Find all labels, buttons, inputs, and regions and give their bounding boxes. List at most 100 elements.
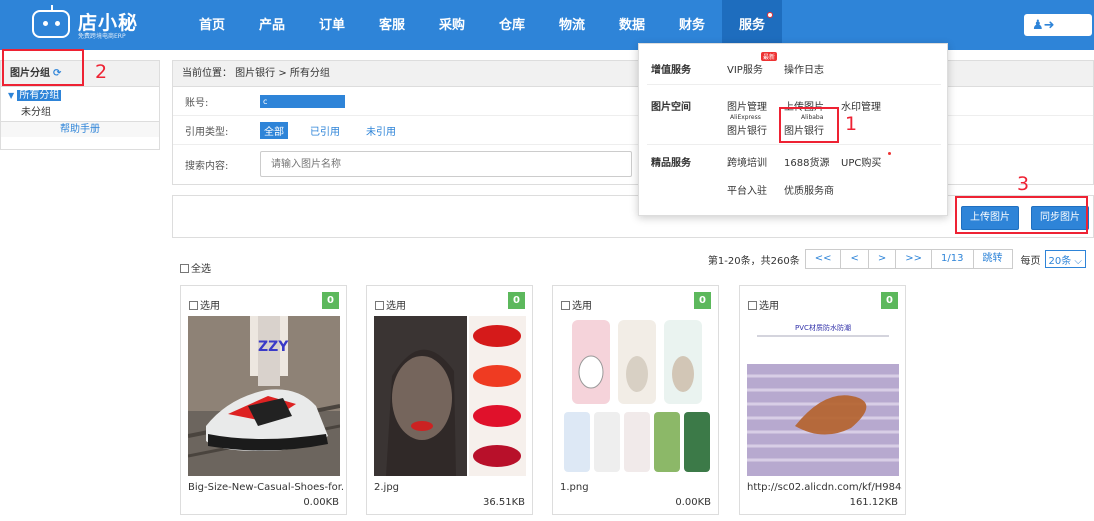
page-info: 第1-20条，共260条 (707, 255, 800, 267)
search-label: 搜索内容: (185, 160, 229, 172)
card-select[interactable]: 选用 (748, 297, 779, 312)
last-page-button[interactable]: >> (895, 249, 933, 269)
nav-purchase[interactable]: 采购 (422, 0, 482, 50)
file-size: 36.51KB (482, 497, 525, 508)
account-select[interactable]: c (260, 94, 345, 108)
image-card[interactable]: 选用 0 2.jpg 36.51KB (366, 285, 533, 515)
phone-case-image[interactable] (560, 316, 712, 476)
image-card[interactable]: 选用 0 1.png 0.00KB (552, 285, 719, 515)
first-page-button[interactable]: << (804, 249, 842, 269)
alibaba-image-bank-link[interactable]: 图片银行 (784, 122, 824, 137)
select-all[interactable]: 全选 (180, 260, 211, 275)
file-name: http://sc02.alicdn.com/kf/H984a... (747, 482, 902, 493)
brand-logo[interactable]: 店小秘 免费跨境电商ERP (32, 5, 142, 40)
file-name: 1.png (560, 482, 589, 493)
nav-home[interactable]: 首页 (182, 0, 242, 50)
select-label: 选用 (200, 301, 220, 312)
file-name: 2.jpg (374, 482, 400, 493)
aliexpress-label: AliExpress (730, 114, 761, 121)
user-icon: ♟➜ (1032, 18, 1055, 33)
select-label: 选用 (386, 301, 406, 312)
overlay-text: PVC材质防水防潮 (795, 323, 851, 332)
image-manage-link[interactable]: 图片管理 (727, 98, 767, 113)
nav-warehouse[interactable]: 仓库 (482, 0, 542, 50)
breadcrumb: 当前位置： 图片银行 > 所有分组 (173, 61, 1093, 87)
file-size: 0.00KB (303, 497, 339, 508)
ref-all[interactable]: 全部 (260, 121, 288, 139)
nav-logistics[interactable]: 物流 (542, 0, 602, 50)
divider (647, 84, 941, 85)
checkbox-icon (561, 301, 570, 310)
search-input[interactable] (260, 151, 632, 177)
ref-type-row: 引用类型: 全部 已引用 未引用 (173, 116, 1093, 145)
account-row: 账号: c (173, 87, 1093, 116)
operation-log-link[interactable]: 操作日志 (784, 61, 824, 76)
select-label: 选用 (572, 301, 592, 312)
hot-dot (888, 152, 891, 155)
image-card[interactable]: 选用 0 ZZY Big-Size-New-Casual-Shoes-for..… (180, 285, 347, 515)
1688-source-link[interactable]: 1688货源 (784, 154, 829, 169)
user-menu[interactable]: ♟➜ (1024, 14, 1092, 36)
ref-unused[interactable]: 未引用 (362, 122, 400, 139)
refresh-icon[interactable]: ⟳ (53, 68, 61, 79)
checkbox-icon (748, 301, 757, 310)
watermark-link[interactable]: 水印管理 (841, 98, 881, 113)
new-tag: 最新 (761, 52, 778, 61)
usage-count-badge: 0 (508, 292, 525, 309)
ref-used[interactable]: 已引用 (306, 122, 344, 139)
nav-products[interactable]: 产品 (242, 0, 302, 50)
file-name: Big-Size-New-Casual-Shoes-for... (188, 482, 343, 493)
quality-provider-link[interactable]: 优质服务商 (784, 182, 834, 197)
card-select[interactable]: 选用 (561, 297, 592, 312)
per-page-label: 每页 (1020, 255, 1041, 267)
search-row: 搜索内容: (173, 145, 1093, 183)
vip-service-link[interactable]: VIP服务 (727, 61, 763, 76)
usage-count-badge: 0 (694, 292, 711, 309)
annotation-1: 1 (845, 113, 858, 135)
sidebar-header: 图片分组 ⟳ (1, 61, 159, 87)
account-label: 账号: (185, 97, 209, 109)
upload-image-link[interactable]: 上传图片 (784, 98, 824, 113)
select-label: 选用 (759, 301, 779, 312)
card-select[interactable]: 选用 (189, 297, 220, 312)
platform-entry-link[interactable]: 平台入驻 (727, 182, 767, 197)
group-ungrouped[interactable]: 未分组 (1, 104, 159, 121)
image-group-sidebar: 图片分组 ⟳ ▼ 所有分组 未分组 帮助手册 (0, 60, 160, 150)
lipstick-image[interactable] (374, 316, 526, 476)
sidebar-title: 图片分组 (10, 68, 50, 79)
sync-image-button[interactable]: 同步图片 (1031, 206, 1089, 230)
nav-services-label: 服务 (738, 18, 765, 33)
cross-border-training-link[interactable]: 跨境培训 (727, 154, 767, 169)
svg-text:ZZY: ZZY (258, 339, 289, 355)
filter-panel: 当前位置： 图片银行 > 所有分组 账号: c 引用类型: 全部 已引用 未引用… (172, 60, 1094, 185)
pvc-mat-image[interactable]: PVC材质防水防潮 (747, 316, 899, 476)
usage-count-badge: 0 (881, 292, 898, 309)
notification-dot (767, 12, 773, 18)
group-all[interactable]: ▼ 所有分组 (1, 87, 159, 104)
value-added-title: 增值服务 (651, 65, 691, 76)
per-page-select[interactable]: 20条 ⌵ (1044, 250, 1086, 268)
next-page-button[interactable]: > (867, 249, 897, 269)
ref-type-label: 引用类型: (185, 126, 229, 138)
shoe-image[interactable]: ZZY (188, 316, 340, 476)
card-select[interactable]: 选用 (375, 297, 406, 312)
checkbox-icon (189, 301, 198, 310)
upload-image-button[interactable]: 上传图片 (961, 206, 1019, 230)
alibaba-label: Alibaba (801, 114, 824, 121)
checkbox-icon (375, 301, 384, 310)
group-all-label: 所有分组 (17, 90, 62, 101)
jump-button[interactable]: 跳转 (972, 249, 1013, 269)
image-card[interactable]: 选用 0 PVC材质防水防潮 http://sc02.alicdn.com/kf… (739, 285, 906, 515)
nav-orders[interactable]: 订单 (302, 0, 362, 50)
select-all-label: 全选 (191, 264, 211, 275)
robot-icon (32, 5, 70, 38)
upc-purchase-link[interactable]: UPC购买 (841, 154, 881, 169)
action-bar: 上传图片 同步图片 (172, 195, 1094, 238)
help-manual-link[interactable]: 帮助手册 (1, 121, 159, 137)
divider (647, 144, 941, 145)
prev-page-button[interactable]: < (840, 249, 869, 269)
checkbox-icon (180, 264, 189, 273)
per-page-value: 20条 (1048, 256, 1072, 267)
nav-service[interactable]: 客服 (362, 0, 422, 50)
aliexpress-image-bank-link[interactable]: 图片银行 (727, 122, 767, 137)
